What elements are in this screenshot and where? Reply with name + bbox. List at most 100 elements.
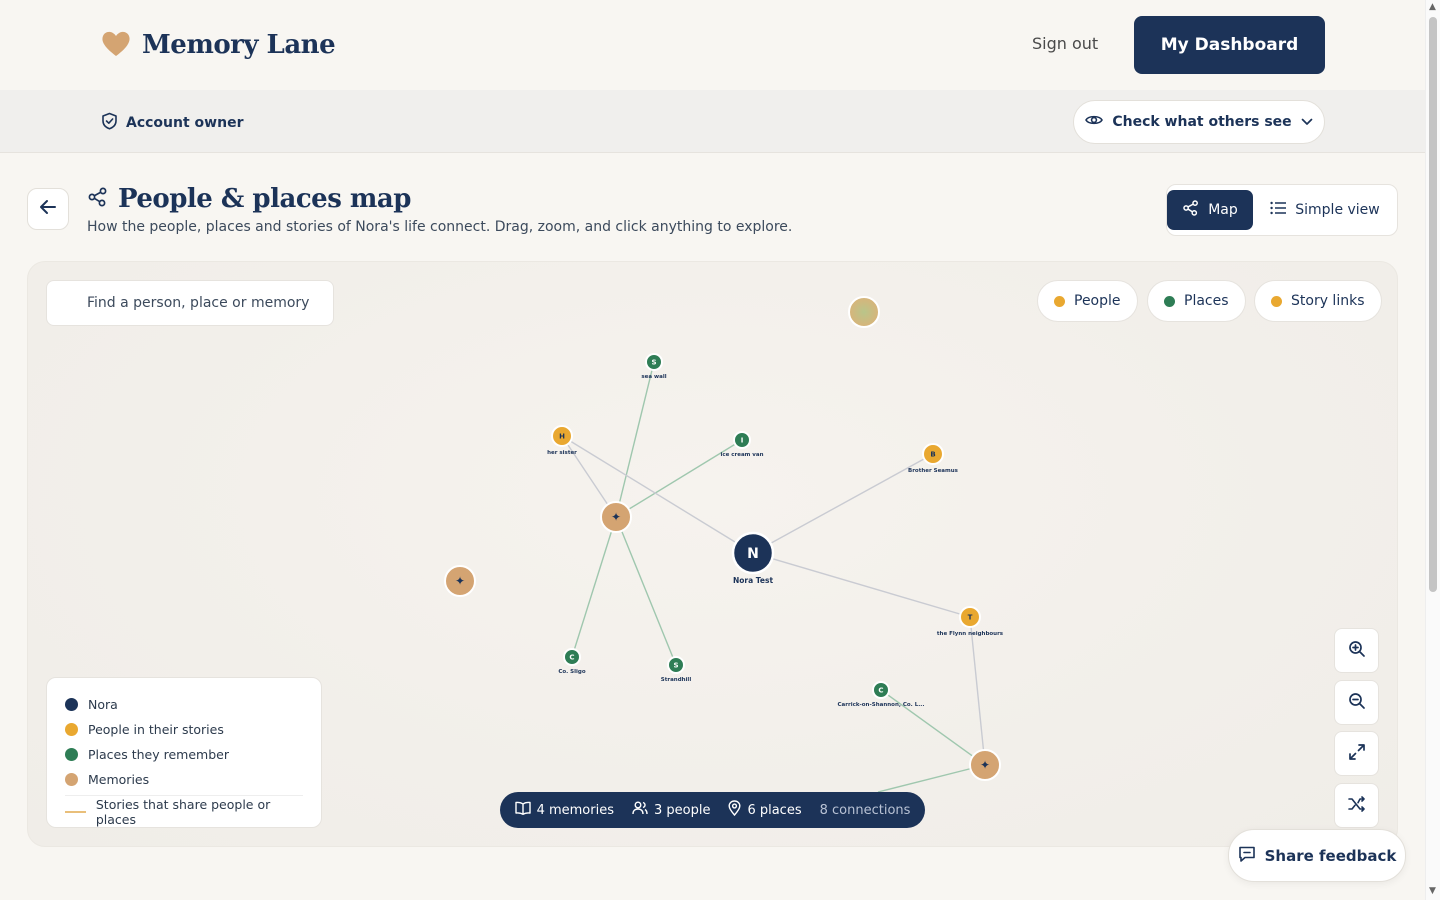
account-owner-badge: Account owner <box>101 112 243 134</box>
simple-view-button[interactable]: Simple view <box>1262 190 1388 230</box>
graph-node-initial: I <box>741 437 744 445</box>
graph-node-label: Carrick-on-Shannon, Co. L... <box>838 702 925 708</box>
expand-icon <box>1348 743 1366 765</box>
arrow-left-icon <box>39 199 57 219</box>
filter-chip-story-links-label: Story links <box>1291 293 1365 309</box>
map-pin-icon <box>728 800 741 820</box>
shield-check-icon <box>101 112 118 134</box>
legend: Nora People in their stories Places they… <box>46 677 322 828</box>
memories-stat: 4 memories <box>514 801 614 819</box>
eye-icon <box>1085 113 1104 131</box>
page-subtitle: How the people, places and stories of No… <box>87 219 793 235</box>
graph-node-initial: B <box>930 451 935 459</box>
check-what-others-see-button[interactable]: Check what others see <box>1073 100 1325 144</box>
heart-icon <box>100 28 132 62</box>
legend-item-places: Places they remember <box>65 742 303 767</box>
graph-node-label: Co. Sligo <box>558 669 585 675</box>
graph-node-initial: S <box>673 662 678 670</box>
filter-chip-places-label: Places <box>1184 293 1229 309</box>
graph-node-label: ice cream van <box>720 452 763 458</box>
account-bar: Account owner Check what others see <box>0 90 1425 153</box>
graph-node-initial: H <box>559 433 565 441</box>
users-icon <box>632 801 648 819</box>
people-dot <box>1054 295 1065 307</box>
legend-item-links: Stories that share people or places <box>65 796 303 827</box>
graph-node-initial: T <box>968 614 973 622</box>
fit-view-button[interactable] <box>1334 731 1379 776</box>
link-swatch <box>65 810 86 813</box>
graph-node-label: Strandhill <box>661 677 692 683</box>
graph-link <box>615 516 677 666</box>
graph-icon <box>1182 199 1200 221</box>
legend-label: People in their stories <box>88 722 224 737</box>
graph-link <box>752 453 934 554</box>
zoom-out-icon <box>1348 692 1366 714</box>
people-count: 3 people <box>653 802 711 818</box>
map-view-label: Map <box>1208 202 1238 218</box>
scroll-down-icon[interactable]: ▼ <box>1429 886 1436 896</box>
graph-node-initial: C <box>878 687 883 695</box>
scroll-thumb[interactable] <box>1429 17 1437 592</box>
zoom-in-icon <box>1348 640 1366 662</box>
legend-item-nora: Nora <box>65 692 303 717</box>
account-owner-label: Account owner <box>126 115 244 131</box>
graph-node-initial: C <box>569 654 574 662</box>
stats-bar: 4 memories 3 people 6 places 8 connectio… <box>500 792 925 828</box>
scroll-up-icon[interactable]: ▲ <box>1429 2 1436 12</box>
filter-chip-people-label: People <box>1074 293 1121 309</box>
dashboard-button[interactable]: My Dashboard <box>1134 16 1325 74</box>
legend-label: Stories that share people or places <box>95 796 271 827</box>
memories-count: 4 memories <box>536 802 614 818</box>
page-heading: People & places map <box>87 184 411 214</box>
shuffle-icon <box>1347 795 1366 816</box>
places-stat: 6 places <box>728 800 802 820</box>
chevron-down-icon <box>1301 114 1313 130</box>
back-button[interactable] <box>27 188 69 230</box>
graph-node-label: Brother Seamus <box>908 468 959 474</box>
graph-link <box>877 764 986 793</box>
page-scrollbar[interactable]: ▲ ▼ <box>1425 0 1440 900</box>
check-what-others-see-label: Check what others see <box>1112 114 1292 130</box>
connections-count: 8 connections <box>819 802 911 818</box>
top-bar: Memory Lane Sign out My Dashboard <box>0 0 1425 90</box>
simple-view-label: Simple view <box>1295 202 1380 218</box>
legend-label: Nora <box>88 697 118 712</box>
graph-node-label: sea wall <box>641 374 666 380</box>
graph-node-label: her sister <box>547 450 577 456</box>
zoom-out-button[interactable] <box>1334 680 1379 725</box>
places-swatch <box>65 748 78 761</box>
graph-node-initial: ✦ <box>980 758 990 772</box>
graph-node-label: Nora Test <box>733 576 773 585</box>
list-icon <box>1270 201 1287 219</box>
memories-swatch <box>65 773 78 786</box>
graph-node-memory[interactable] <box>848 296 880 328</box>
share-feedback-label: Share feedback <box>1264 846 1397 865</box>
app-title: Memory Lane <box>142 30 336 60</box>
brand[interactable]: Memory Lane <box>100 28 336 62</box>
share-feedback-button[interactable]: Share feedback <box>1228 829 1406 882</box>
graph-link <box>969 616 986 766</box>
legend-label: Memories <box>88 772 150 787</box>
zoom-in-button[interactable] <box>1334 628 1379 673</box>
places-dot <box>1164 295 1175 307</box>
message-square-icon <box>1238 845 1256 867</box>
graph-node-initial: S <box>651 359 656 367</box>
graph-node-initial: ✦ <box>455 574 465 588</box>
shuffle-layout-button[interactable] <box>1334 783 1379 828</box>
filter-chip-story-links[interactable]: Story links <box>1254 280 1382 322</box>
graph-link <box>615 361 655 518</box>
map-view-button[interactable]: Map <box>1167 190 1253 230</box>
legend-label: Places they remember <box>88 747 229 762</box>
legend-item-memories: Memories <box>65 767 303 792</box>
places-count: 6 places <box>747 802 802 818</box>
page-title: People & places map <box>118 184 411 214</box>
search-input[interactable] <box>46 280 334 326</box>
filter-chip-places[interactable]: Places <box>1147 280 1246 322</box>
people-stat: 3 people <box>632 801 710 819</box>
graph-node-initial: N <box>747 546 759 562</box>
book-icon <box>514 801 531 819</box>
graph-link <box>571 516 617 658</box>
filter-chip-people[interactable]: People <box>1037 280 1138 322</box>
sign-out-link[interactable]: Sign out <box>1032 34 1098 53</box>
legend-item-people: People in their stories <box>65 717 303 742</box>
